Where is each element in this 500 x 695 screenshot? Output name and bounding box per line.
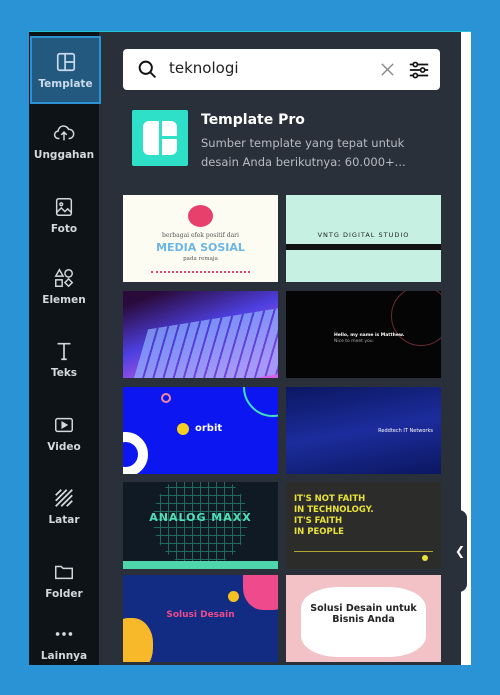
template-panel: Template Pro Sumber template yang tepat …: [99, 32, 461, 665]
template-thumbnail[interactable]: Solusi Desain untuk Bisnis Anda: [286, 575, 441, 662]
template-thumbnail[interactable]: Solusi Desain: [123, 575, 278, 662]
sidebar-item-upload[interactable]: Unggahan: [29, 107, 99, 175]
sidebar-item-photo[interactable]: Foto: [29, 181, 99, 249]
more-icon: [55, 631, 73, 636]
chevron-left-icon: ❮: [454, 544, 466, 558]
filter-icon[interactable]: [408, 59, 430, 81]
template-thumbnail[interactable]: orbit: [123, 387, 278, 474]
sidebar-item-label: Unggahan: [33, 148, 95, 161]
sidebar: Template Unggahan Foto Elemen Teks Video…: [29, 32, 101, 665]
template-pro-description: Sumber template yang tepat untuk desain …: [201, 136, 406, 169]
sidebar-item-label: Latar: [48, 513, 80, 526]
sidebar-item-label: Folder: [45, 587, 83, 600]
sidebar-item-elements[interactable]: Elemen: [29, 252, 99, 320]
template-pro-icon: [132, 110, 188, 166]
shapes-icon: [54, 267, 74, 287]
sidebar-item-label: Lainnya: [40, 649, 88, 662]
template-thumbnail[interactable]: Reddtech IT Networks: [286, 387, 441, 474]
video-icon: [55, 417, 73, 432]
upload-cloud-icon: [53, 124, 75, 140]
template-thumbnail[interactable]: [123, 291, 278, 378]
template-icon: [56, 52, 75, 71]
sidebar-item-label: Foto: [50, 222, 78, 235]
template-thumbnail[interactable]: IT'S NOT FAITH IN TECHNOLOGY. IT'S FAITH…: [286, 482, 441, 569]
sidebar-item-label: Teks: [50, 366, 78, 379]
sidebar-item-label: Template: [38, 77, 93, 90]
sidebar-item-template[interactable]: Template: [30, 36, 101, 104]
editor-frame: Template Unggahan Foto Elemen Teks Video…: [29, 31, 471, 665]
template-thumbnail[interactable]: ANALOG MAXX: [123, 482, 278, 569]
background-icon: [55, 488, 73, 507]
search-input[interactable]: [169, 59, 369, 77]
sidebar-item-background[interactable]: Latar: [29, 472, 99, 540]
sidebar-item-more[interactable]: Lainnya: [29, 608, 99, 665]
text-icon: [57, 342, 71, 360]
clear-icon[interactable]: [379, 61, 396, 78]
sidebar-item-folder[interactable]: Folder: [29, 546, 99, 614]
collapse-panel-button[interactable]: ❮: [453, 510, 467, 592]
template-pro-title: Template Pro: [201, 112, 305, 128]
folder-icon: [55, 565, 73, 579]
template-thumbnail[interactable]: VNTG DIGITAL STUDIO: [286, 195, 441, 282]
sidebar-item-text[interactable]: Teks: [29, 325, 99, 393]
search-bar: [123, 49, 440, 90]
template-thumbnail[interactable]: Hello, my name is Matthew. Nice to meet …: [286, 291, 441, 378]
template-pro-card[interactable]: Template Pro Sumber template yang tepat …: [132, 110, 432, 169]
sidebar-item-label: Elemen: [42, 293, 86, 306]
search-icon: [138, 60, 157, 79]
photo-icon: [55, 197, 73, 216]
template-thumbnail[interactable]: berbagai efek positif dari MEDIA SOSIAL …: [123, 195, 278, 282]
sidebar-item-video[interactable]: Video: [29, 399, 99, 467]
sidebar-item-label: Video: [47, 440, 81, 453]
